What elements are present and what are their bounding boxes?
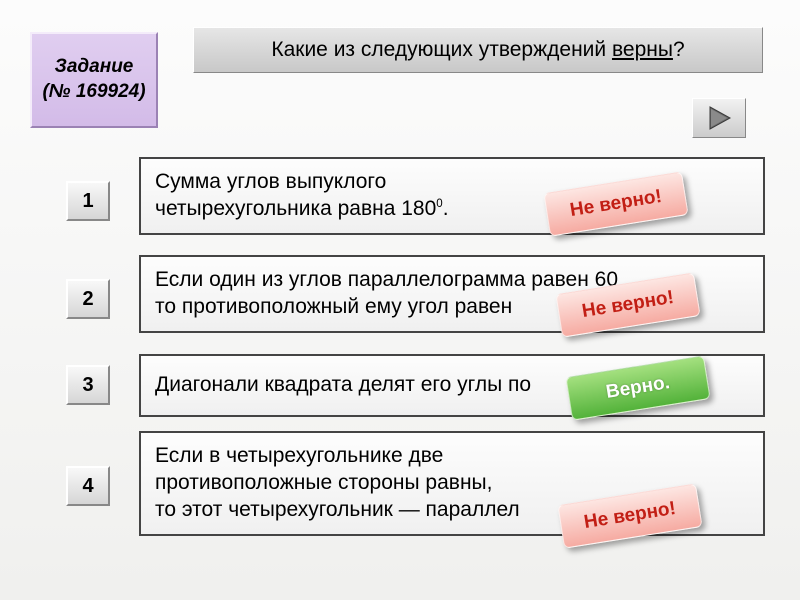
verdict-label: Верно.: [605, 372, 672, 404]
statement-line: то этот четырехугольник — параллел: [155, 498, 520, 521]
statement-line: Сумма углов выпуклого: [155, 170, 386, 193]
statement-line: Если один из углов параллелограмма равен…: [155, 268, 618, 291]
play-right-icon: [706, 105, 732, 131]
option-button-3[interactable]: 3: [66, 365, 110, 405]
statement-line: четырехугольника равна 180: [155, 197, 436, 220]
verdict-label: Не верно!: [581, 287, 676, 323]
verdict-label: Не верно!: [569, 186, 664, 222]
option-button-4[interactable]: 4: [66, 466, 110, 506]
verdict-label: Не верно!: [583, 498, 678, 534]
statement-line: Диагонали квадрата делят его углы по: [155, 373, 531, 396]
task-label: Задание: [32, 55, 156, 80]
option-number: 2: [82, 288, 93, 310]
option-number: 3: [82, 374, 93, 396]
option-button-2[interactable]: 2: [66, 279, 110, 319]
statement-line: Если в четырехугольнике две: [155, 444, 443, 467]
statement-line: то противоположный ему угол равен: [155, 295, 512, 318]
question-bar: Какие из следующих утверждений верны?: [193, 27, 763, 73]
next-button[interactable]: [692, 98, 746, 138]
question-text: Какие из следующих утверждений верны?: [271, 38, 684, 62]
task-badge: Задание (№ 169924): [30, 32, 158, 128]
task-number: (№ 169924): [32, 80, 156, 105]
option-number: 4: [82, 475, 93, 497]
statement-line: противоположные стороны равны,: [155, 471, 492, 494]
option-number: 1: [82, 190, 93, 212]
option-button-1[interactable]: 1: [66, 181, 110, 221]
